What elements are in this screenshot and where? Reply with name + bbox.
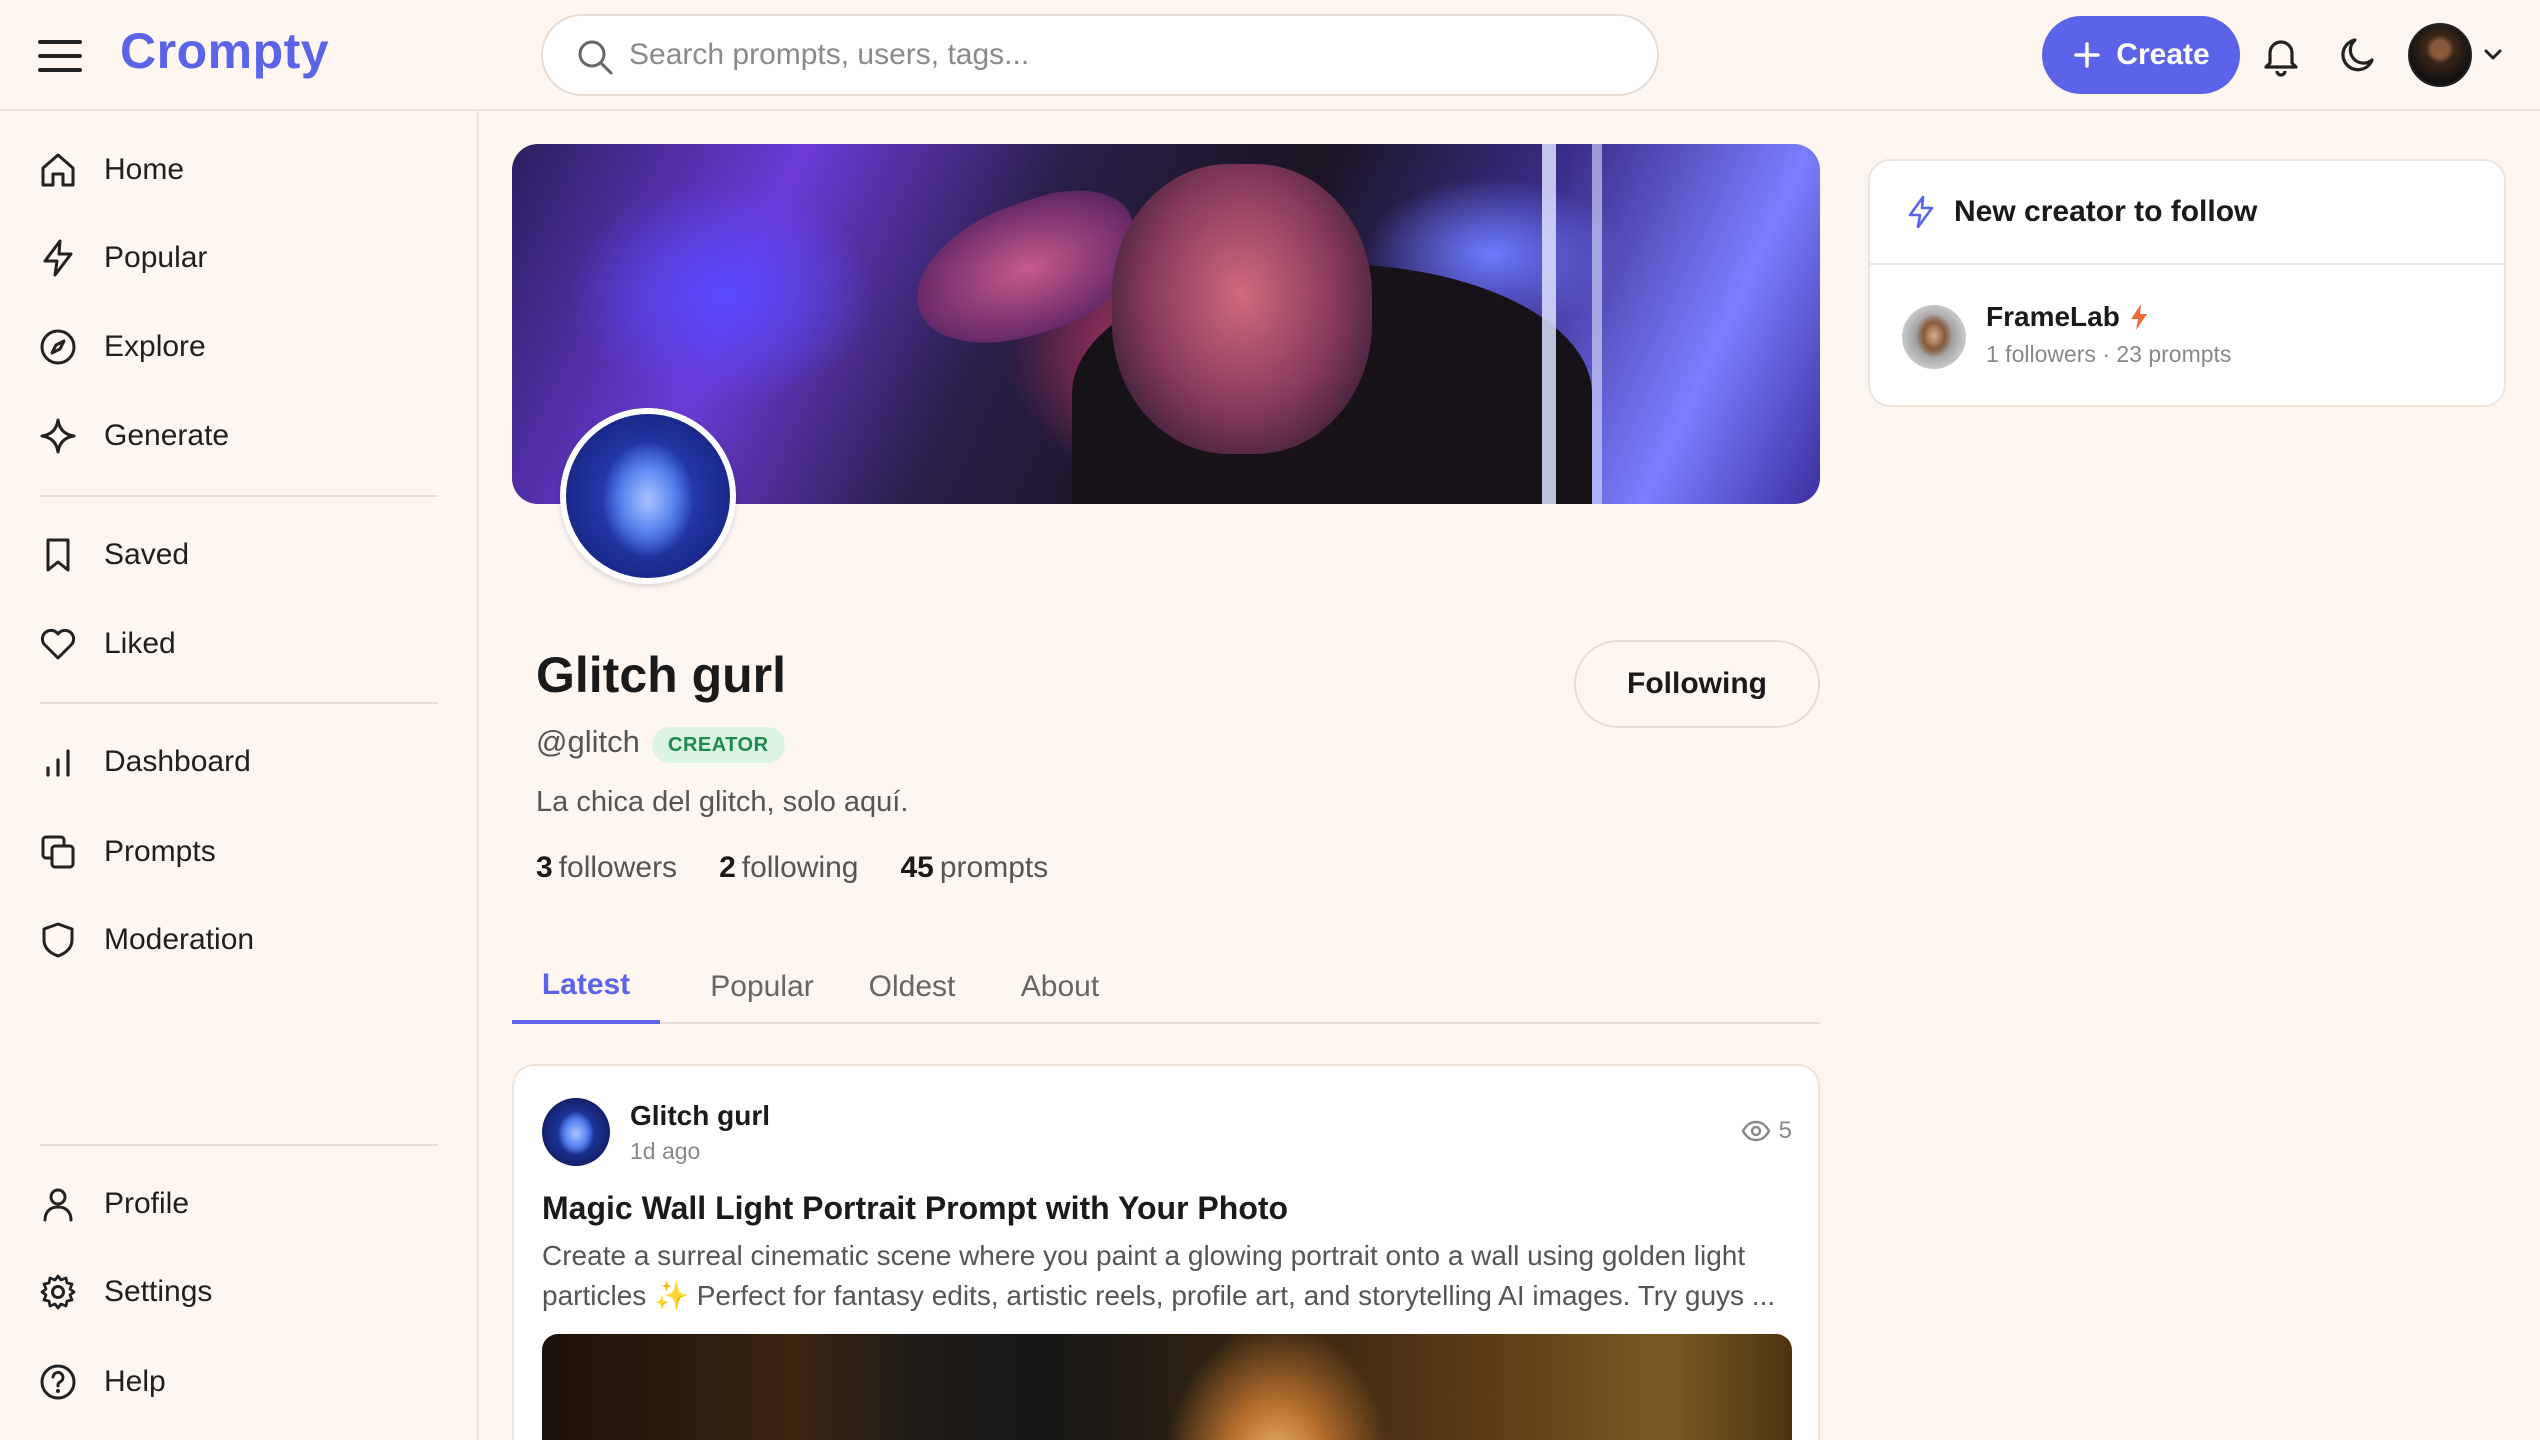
sidebar-item-label: Profile xyxy=(104,1187,190,1220)
create-button[interactable]: Create xyxy=(2042,16,2240,94)
help-circle-icon xyxy=(40,1364,76,1400)
bar-chart-icon xyxy=(46,749,70,777)
stat-prompts[interactable]: 45 prompts xyxy=(900,851,1048,885)
stat-label: followers xyxy=(558,851,678,884)
stat-value: 45 xyxy=(900,851,934,884)
sidebar-item-popular[interactable]: Popular xyxy=(38,228,458,288)
profile-stats: 3 followers 2 following 45 prompts xyxy=(536,851,1048,885)
sidebar-item-prompts[interactable]: Prompts xyxy=(38,822,458,882)
post-description-line: Perfect for fantasy edits, artistic reel… xyxy=(696,1280,1776,1311)
compass-icon xyxy=(40,329,76,365)
tab-about[interactable]: About xyxy=(1000,950,1120,1024)
bell-icon[interactable] xyxy=(2258,32,2304,78)
sidebar-item-saved[interactable]: Saved xyxy=(38,525,458,585)
profile-bio: La chica del glitch, solo aquí. xyxy=(536,786,909,818)
home-icon xyxy=(41,153,75,187)
post-views: 5 xyxy=(1741,1116,1792,1146)
sidebar-item-label: Settings xyxy=(104,1275,213,1308)
post-view-count: 5 xyxy=(1778,1117,1792,1144)
post-description: Create a surreal cinematic scene where y… xyxy=(542,1236,1792,1316)
sidebar-item-generate[interactable]: Generate xyxy=(38,406,458,466)
plus-icon xyxy=(2074,42,2101,68)
search-bar[interactable] xyxy=(541,14,1659,96)
user-icon xyxy=(43,1188,73,1222)
stat-value: 3 xyxy=(536,851,553,884)
post-image[interactable] xyxy=(542,1334,1792,1440)
sidebar-item-label: Saved xyxy=(104,538,190,571)
sidebar-divider xyxy=(40,495,438,497)
sidebar-item-label: Help xyxy=(104,1365,166,1398)
stat-value: 2 xyxy=(719,851,736,884)
creator-badge: CREATOR xyxy=(652,727,785,763)
stat-label: prompts xyxy=(939,851,1049,884)
sidebar-item-label: Liked xyxy=(104,627,176,660)
following-button[interactable]: Following xyxy=(1574,640,1820,728)
search-icon xyxy=(578,40,613,75)
stat-followers[interactable]: 3 followers xyxy=(536,851,677,885)
user-avatar[interactable] xyxy=(2408,23,2472,87)
sidebar-item-label: Prompts xyxy=(104,835,216,868)
sidebar: Home Popular Explore Generate Saved Like… xyxy=(0,111,479,1440)
creator-avatar[interactable] xyxy=(1902,305,1966,369)
stat-following[interactable]: 2 following xyxy=(719,851,858,885)
post-description-line: particles xyxy=(542,1280,647,1311)
sidebar-item-label: Popular xyxy=(104,241,208,274)
top-bar: Crompty Create xyxy=(0,0,2540,111)
sidebar-item-label: Moderation xyxy=(104,923,255,956)
eye-icon xyxy=(1741,1120,1771,1142)
profile-handle: @glitch xyxy=(536,724,640,759)
post-description-line: Create a surreal cinematic scene where y… xyxy=(542,1240,1746,1271)
suggested-creators-header: New creator to follow xyxy=(1870,161,2504,265)
sidebar-item-label: Explore xyxy=(104,330,206,363)
sidebar-item-help[interactable]: Help xyxy=(38,1352,458,1412)
profile-avatar[interactable] xyxy=(560,408,736,584)
creator-name-label: FrameLab xyxy=(1986,301,2120,332)
creator-name[interactable]: FrameLab xyxy=(1986,301,2150,333)
suggested-creators-title: New creator to follow xyxy=(1954,195,2258,228)
sidebar-divider xyxy=(40,1144,438,1146)
create-button-label: Create xyxy=(2116,38,2210,71)
search-input[interactable] xyxy=(629,16,1629,94)
post-timestamp: 1d ago xyxy=(630,1138,701,1164)
sidebar-divider xyxy=(40,702,438,704)
post-author-name[interactable]: Glitch gurl xyxy=(630,1100,770,1132)
sidebar-item-home[interactable]: Home xyxy=(38,140,458,200)
sidebar-item-liked[interactable]: Liked xyxy=(38,614,458,674)
post-title[interactable]: Magic Wall Light Portrait Prompt with Yo… xyxy=(542,1190,1288,1227)
gear-icon xyxy=(40,1274,76,1310)
sidebar-item-profile[interactable]: Profile xyxy=(38,1174,458,1234)
sidebar-item-label: Dashboard xyxy=(104,745,251,778)
sidebar-item-explore[interactable]: Explore xyxy=(38,317,458,377)
sidebar-item-moderation[interactable]: Moderation xyxy=(38,910,458,970)
sparkle-icon xyxy=(40,418,76,454)
prompt-card[interactable]: Glitch gurl 1d ago 5 Magic Wall Light Po… xyxy=(512,1064,1820,1440)
sidebar-item-label: Generate xyxy=(104,419,230,452)
sidebar-item-settings[interactable]: Settings xyxy=(38,1262,458,1322)
menu-icon[interactable] xyxy=(36,34,86,78)
sidebar-item-label: Home xyxy=(104,153,185,186)
lightning-icon xyxy=(1908,195,1934,229)
bookmark-icon xyxy=(46,538,70,572)
creator-meta: 1 followers · 23 prompts xyxy=(1986,341,2232,367)
suggested-creators-card: New creator to follow FrameLab 1 followe… xyxy=(1868,159,2506,407)
stat-label: following xyxy=(741,851,859,884)
post-author-avatar[interactable] xyxy=(542,1098,610,1166)
heart-icon xyxy=(40,628,76,660)
lightning-icon xyxy=(2130,304,2147,330)
tab-oldest[interactable]: Oldest xyxy=(852,950,972,1024)
tab-popular[interactable]: Popular xyxy=(688,950,836,1024)
app-logo[interactable]: Crompty xyxy=(120,22,329,80)
profile-tabs: Latest Popular Oldest About xyxy=(512,950,1820,1024)
sidebar-item-dashboard[interactable]: Dashboard xyxy=(38,732,458,792)
sparkles-emoji: ✨ xyxy=(654,1280,689,1311)
moon-icon[interactable] xyxy=(2338,34,2380,76)
chevron-down-icon[interactable] xyxy=(2482,46,2504,64)
tab-latest[interactable]: Latest xyxy=(512,950,660,1024)
copy-icon xyxy=(41,835,75,869)
shield-icon xyxy=(42,922,74,958)
lightning-icon xyxy=(43,239,73,277)
profile-name: Glitch gurl xyxy=(536,647,786,703)
